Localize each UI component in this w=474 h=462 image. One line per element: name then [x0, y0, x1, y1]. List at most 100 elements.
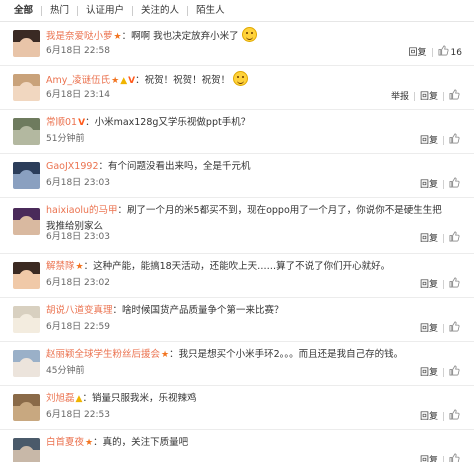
reply-button[interactable]: 回复 [415, 135, 443, 147]
comment-item: 我是奈爱哒小萝★：啊啊 我也决定放弃小米了 6月18日 22:58 回复 16 [0, 22, 474, 66]
comment-time: 6月18日 23:02 [46, 278, 110, 288]
comment-actions: 回复 [415, 409, 462, 424]
reply-button[interactable]: 回复 [415, 411, 443, 423]
smiley-emoji-icon [233, 71, 249, 86]
comment-time: 51分钟前 [46, 134, 85, 144]
tab-verified-users[interactable]: 认证用户 [78, 0, 132, 22]
thumbs-up-icon [449, 277, 460, 292]
thumbs-up-icon [449, 409, 460, 424]
comment-time: 6月18日 22:59 [46, 322, 110, 332]
comment-body: 刘旭磊▲：销量只服我米，乐视辣鸡 [46, 391, 450, 407]
user-badge-icon: ▲ [120, 76, 128, 86]
thumbs-up-icon [438, 45, 449, 60]
username-link[interactable]: 刘旭磊 [46, 393, 75, 404]
user-badge-icon: ★ [85, 438, 94, 448]
tab-all[interactable]: 全部 [14, 0, 41, 22]
reply-button[interactable]: 回复 [415, 91, 443, 103]
comment-item: GaoJX1992：有个问题没看出来吗，全是千元机 6月18日 23:03 回复 [0, 154, 474, 198]
username-link[interactable]: 常顺01 [46, 117, 77, 128]
comment-time: 6月18日 22:53 [46, 410, 110, 420]
comment-body: 白首夏夜★：真的，关注下质量吧 [46, 435, 450, 451]
comment-actions: 回复 [415, 321, 462, 336]
user-badge-icon: ★ [113, 32, 122, 42]
username-link[interactable]: 我是奈爱哒小萝 [46, 31, 113, 42]
comment-text: ：有个问题没看出来吗，全是千元机 [98, 161, 251, 172]
filter-tabs: 全部 热门 认证用户 关注的人 陌生人 [0, 0, 474, 22]
reply-button[interactable]: 回复 [415, 323, 443, 335]
comment-actions: 回复 [415, 277, 462, 292]
like-button[interactable] [444, 231, 462, 246]
comment-item: 赵丽颖全球学生粉丝后援会★：我只是想买个小米手环2。。。而且还是我自己存的钱。 … [0, 342, 474, 386]
like-button[interactable] [444, 89, 462, 104]
comment-text: ：小米max128g又学乐视做ppt手机？ [85, 117, 251, 128]
tab-following[interactable]: 关注的人 [133, 0, 187, 22]
username-link[interactable]: 赵丽颖全球学生粉丝后援会 [46, 349, 160, 360]
comment-item: 刘旭磊▲：销量只服我米，乐视辣鸡 6月18日 22:53 回复 [0, 386, 474, 430]
avatar[interactable] [13, 394, 40, 421]
tab-hot[interactable]: 热门 [42, 0, 77, 22]
reply-button[interactable]: 回复 [415, 179, 443, 191]
comment-actions: 举报 回复 [386, 89, 462, 104]
user-badge-icon: ★ [75, 262, 84, 272]
comment-body: Amy_凌谜伍氏★▲V：祝贺！祝贺！祝贺！ [46, 71, 450, 87]
avatar[interactable] [13, 208, 40, 235]
username-link[interactable]: GaoJX1992 [46, 161, 98, 172]
comment-text: ：祝贺！祝贺！祝贺！ [135, 75, 231, 86]
like-button[interactable] [444, 133, 462, 148]
comment-text: ：啥时候国货产品质量争个第一来比赛？ [112, 305, 284, 316]
comment-text: ：这种产能，能搞18天活动，还能吹上天……算了不说了你们开心就好。 [83, 261, 391, 272]
like-button[interactable] [444, 321, 462, 336]
like-button[interactable] [444, 177, 462, 192]
comment-time: 6月18日 22:58 [46, 46, 110, 56]
avatar[interactable] [13, 74, 40, 101]
comment-body: 胡说八道变真理：啥时候国货产品质量争个第一来比赛？ [46, 303, 450, 319]
user-badge-icon: ★ [161, 350, 170, 360]
reply-button[interactable]: 回复 [415, 279, 443, 291]
avatar[interactable] [13, 306, 40, 333]
like-button[interactable] [444, 365, 462, 380]
comment-text: ：真的，关注下质量吧 [93, 437, 189, 448]
username-link[interactable]: 胡说八道变真理 [46, 305, 113, 316]
thumbs-up-icon [449, 453, 460, 462]
like-button[interactable]: 16 [433, 45, 462, 60]
avatar[interactable] [13, 262, 40, 289]
comment-body: 解禁隊★：这种产能，能搞18天活动，还能吹上天……算了不说了你们开心就好。 [46, 259, 450, 275]
avatar[interactable] [13, 438, 40, 462]
comment-item: Amy_凌谜伍氏★▲V：祝贺！祝贺！祝贺！ 6月18日 23:14 举报 回复 [0, 66, 474, 110]
username-link[interactable]: Amy_凌谜伍氏 [46, 75, 110, 86]
user-badge-icon: ★ [111, 76, 120, 86]
comment-time: 6月18日 23:14 [46, 90, 110, 100]
comment-actions: 回复 16 [404, 45, 462, 60]
comment-item: 解禁隊★：这种产能，能搞18天活动，还能吹上天……算了不说了你们开心就好。 6月… [0, 254, 474, 298]
username-link[interactable]: 解禁隊 [46, 261, 75, 272]
comment-item: 胡说八道变真理：啥时候国货产品质量争个第一来比赛？ 6月18日 22:59 回复 [0, 298, 474, 342]
comment-time: 45分钟前 [46, 366, 85, 376]
comment-item: 白首夏夜★：真的，关注下质量吧 回复 [0, 430, 474, 462]
smiley-emoji-icon [241, 27, 257, 42]
comment-actions: 回复 [415, 365, 462, 380]
comment-text: ：销量只服我米，乐视辣鸡 [82, 393, 197, 404]
reply-button[interactable]: 回复 [415, 367, 443, 379]
thumbs-up-icon [449, 365, 460, 380]
avatar[interactable] [13, 118, 40, 145]
like-count: 16 [450, 47, 462, 58]
avatar[interactable] [13, 30, 40, 57]
thumbs-up-icon [449, 133, 460, 148]
username-link[interactable]: haixiaolu的马甲 [46, 205, 118, 216]
comment-text: ：啊啊 我也决定放弃小米了 [121, 31, 239, 42]
comment-list: 我是奈爱哒小萝★：啊啊 我也决定放弃小米了 6月18日 22:58 回复 16 … [0, 22, 474, 462]
reply-button[interactable]: 回复 [415, 455, 443, 462]
like-button[interactable] [444, 453, 462, 462]
username-link[interactable]: 白首夏夜 [46, 437, 84, 448]
tab-strangers[interactable]: 陌生人 [188, 0, 233, 22]
reply-button[interactable]: 回复 [415, 233, 443, 245]
like-button[interactable] [444, 409, 462, 424]
thumbs-up-icon [449, 177, 460, 192]
comment-actions: 回复 [415, 177, 462, 192]
avatar[interactable] [13, 350, 40, 377]
comment-item: 常顺01V：小米max128g又学乐视做ppt手机？ 51分钟前 回复 [0, 110, 474, 154]
reply-button[interactable]: 回复 [404, 47, 432, 59]
report-button[interactable]: 举报 [386, 91, 414, 103]
like-button[interactable] [444, 277, 462, 292]
avatar[interactable] [13, 162, 40, 189]
